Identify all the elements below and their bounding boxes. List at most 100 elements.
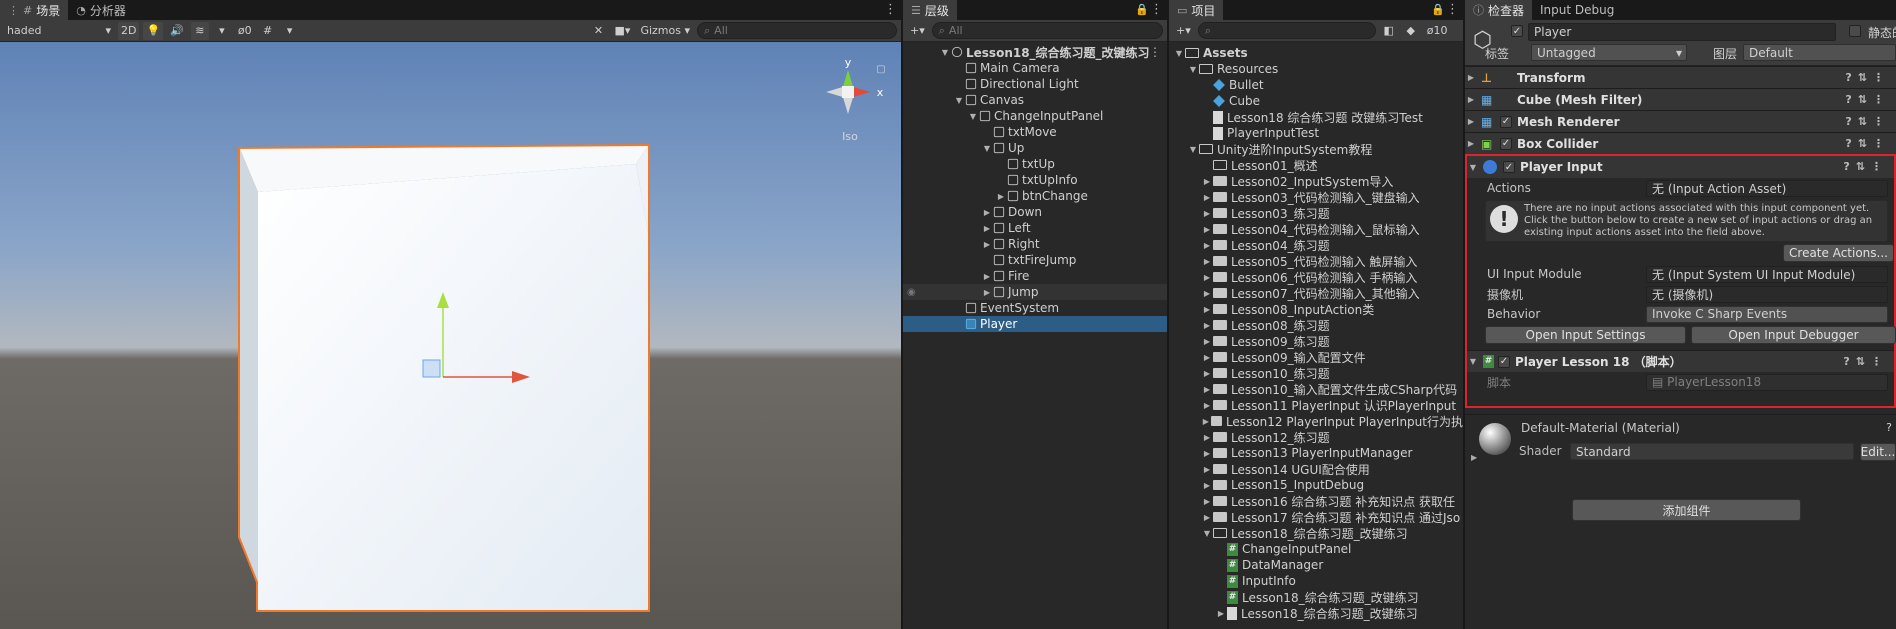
project-item[interactable]: ▶ Lesson11 PlayerInput 认识PlayerInput — [1169, 397, 1463, 413]
tab-input-debug[interactable]: Input Debug — [1532, 0, 1622, 20]
expand-arrow-icon[interactable]: ▶ — [1201, 289, 1213, 298]
expand-arrow-icon[interactable]: ▼ — [1187, 145, 1199, 154]
project-item[interactable]: ▶ Lesson16 综合练习题 补充知识点 获取任 — [1169, 493, 1463, 509]
effects-toggle[interactable]: ≋ — [190, 21, 209, 40]
grid-dropdown[interactable]: ▾ — [281, 22, 299, 40]
project-item[interactable]: ▶ Lesson03_练习题 — [1169, 205, 1463, 221]
expand-arrow-icon[interactable]: ▶ — [995, 192, 1007, 201]
expand-arrow-icon[interactable]: ▶ — [1201, 433, 1213, 442]
behavior-dropdown[interactable]: Invoke C Sharp Events — [1646, 305, 1888, 323]
component-menu-icons[interactable]: ?⇅⋮ — [1845, 71, 1890, 84]
project-item[interactable]: ▼ Resources — [1169, 61, 1463, 77]
expand-arrow-icon[interactable]: ▶ — [1201, 417, 1211, 426]
grid-toggle[interactable]: # — [259, 22, 277, 40]
tab-inspector[interactable]: ⓘ 检查器 — [1465, 0, 1533, 20]
project-item[interactable]: ▶ Lesson10_练习题 — [1169, 365, 1463, 381]
project-item[interactable]: ▼ Unity进阶InputSystem教程 — [1169, 141, 1463, 157]
projection-mode-label[interactable]: Iso — [842, 130, 858, 143]
expand-arrow-icon[interactable]: ▶ — [1201, 305, 1213, 314]
expand-arrow-icon[interactable]: ▶ — [1201, 193, 1213, 202]
expand-arrow-icon[interactable]: ▶ — [981, 288, 993, 297]
hierarchy-item[interactable]: ▶ Left — [903, 220, 1167, 236]
component-header[interactable]: ▶ ▣ ✓ Box Collider ?⇅⋮ — [1465, 132, 1896, 154]
xy-plane-handle[interactable] — [422, 359, 441, 378]
project-item[interactable]: ▼ Lesson18_综合练习题_改键练习 — [1169, 525, 1463, 541]
toggle-2d-button[interactable]: 2D — [118, 21, 140, 40]
create-actions-button[interactable]: Create Actions... — [1783, 244, 1894, 262]
player-input-header[interactable]: ▼ ✓ Player Input ?⇅⋮ — [1467, 156, 1894, 178]
hierarchy-item[interactable]: Main Camera — [903, 60, 1167, 76]
hierarchy-item[interactable]: Directional Light — [903, 76, 1167, 92]
lock-icon[interactable]: 🔒 — [1431, 3, 1445, 16]
project-item[interactable]: ▶ Lesson12_练习题 — [1169, 429, 1463, 445]
filter-type-button[interactable]: ◧ — [1380, 22, 1398, 40]
hierarchy-item[interactable]: ▼ Lesson18_综合练习题_改键练习 ⋮ — [903, 44, 1167, 60]
hierarchy-search-input[interactable]: ⌕ All — [931, 22, 1163, 39]
edit-shader-button[interactable]: Edit... — [1860, 443, 1896, 461]
open-input-settings-button[interactable]: Open Input Settings — [1485, 326, 1686, 344]
component-menu-icons[interactable]: ?⇅⋮ — [1843, 355, 1888, 368]
expand-arrow-icon[interactable]: ▶ — [1201, 465, 1213, 474]
component-header[interactable]: ▶ ▦ Cube (Mesh Filter) ?⇅⋮ — [1465, 88, 1896, 110]
hierarchy-item[interactable]: ▶ Down — [903, 204, 1167, 220]
expand-arrow-icon[interactable]: ▶ — [981, 240, 993, 249]
expand-arrow-icon[interactable]: ▶ — [1465, 73, 1477, 82]
expand-arrow-icon[interactable]: ▶ — [1201, 369, 1213, 378]
active-checkbox[interactable]: ✓ — [1511, 25, 1523, 37]
hierarchy-item[interactable]: ▶ Fire — [903, 268, 1167, 284]
visibility-eye-icon[interactable]: ◉ — [907, 287, 916, 298]
project-item[interactable]: ▶ Lesson13 PlayerInputManager — [1169, 445, 1463, 461]
expand-arrow-icon[interactable]: ▶ — [1465, 95, 1477, 104]
project-item[interactable]: Lesson18 综合练习题 改键练习Test — [1169, 109, 1463, 125]
gizmos-dropdown[interactable]: Gizmos ▾ — [637, 22, 693, 40]
expand-arrow-icon[interactable]: ▶ — [1215, 609, 1227, 618]
more-options-icon[interactable]: ⋮ — [1149, 45, 1161, 59]
expand-arrow-icon[interactable]: ▶ — [1201, 177, 1213, 186]
component-menu-icons[interactable]: ?⇅⋮ — [1845, 137, 1890, 150]
player-input-enabled-checkbox[interactable]: ✓ — [1503, 161, 1515, 173]
lock-icon[interactable]: ▢ — [876, 64, 885, 75]
collapse-arrow-icon[interactable]: ▼ — [1467, 357, 1479, 366]
expand-arrow-icon[interactable]: ▶ — [1465, 139, 1477, 148]
component-enabled-checkbox[interactable]: ✓ — [1500, 115, 1512, 128]
project-item[interactable]: ▶ Lesson07_代码检测输入_其他输入 — [1169, 285, 1463, 301]
project-search-input[interactable]: ⌕ — [1197, 22, 1376, 39]
project-item[interactable]: ▶ Lesson02_InputSystem导入 — [1169, 173, 1463, 189]
orientation-gizmo[interactable]: y x Iso ▢ — [826, 56, 886, 143]
object-name-input[interactable]: Player — [1528, 23, 1836, 41]
expand-arrow-icon[interactable]: ▶ — [1201, 353, 1213, 362]
hidden-objects-toggle[interactable]: ø0 — [235, 22, 255, 40]
project-item[interactable]: ▶ Lesson04_代码检测输入_鼠标输入 — [1169, 221, 1463, 237]
tools-button[interactable]: ✕ — [590, 22, 608, 40]
expand-arrow-icon[interactable]: ▼ — [953, 96, 965, 105]
expand-arrow-icon[interactable]: ▼ — [1173, 49, 1185, 58]
component-menu-icons[interactable]: ?⇅⋮ — [1843, 160, 1888, 173]
expand-arrow-icon[interactable]: ▼ — [1187, 65, 1199, 74]
hierarchy-item[interactable]: txtFireJump — [903, 252, 1167, 268]
expand-arrow-icon[interactable]: ▶ — [1201, 209, 1213, 218]
create-button[interactable]: + ▾ — [907, 22, 928, 40]
lock-icon[interactable]: 🔒 — [1135, 3, 1149, 16]
project-item[interactable]: ▶ Lesson08_练习题 — [1169, 317, 1463, 333]
project-item[interactable]: ▶ Lesson05_代码检测输入 触屏输入 — [1169, 253, 1463, 269]
expand-arrow-icon[interactable]: ▶ — [981, 208, 993, 217]
actions-object-field[interactable]: 无 (Input Action Asset) — [1646, 179, 1888, 197]
project-item[interactable]: ▶ Lesson12 PlayerInput PlayerInput行为执 — [1169, 413, 1463, 429]
hierarchy-item[interactable]: EventSystem — [903, 300, 1167, 316]
expand-arrow-icon[interactable]: ▶ — [1201, 337, 1213, 346]
tab-project[interactable]: ▭ 项目 — [1169, 0, 1224, 20]
camera-object-field[interactable]: 无 (摄像机) — [1646, 285, 1888, 303]
project-item[interactable]: ▶ Lesson10_输入配置文件生成CSharp代码 — [1169, 381, 1463, 397]
expand-arrow-icon[interactable]: ▶ — [1465, 117, 1477, 126]
expand-arrow-icon[interactable]: ▼ — [1201, 529, 1213, 538]
expand-arrow-icon[interactable]: ▶ — [981, 272, 993, 281]
project-item[interactable]: ▶ Lesson03_代码检测输入_键盘输入 — [1169, 189, 1463, 205]
project-item[interactable]: ▶ Lesson09_输入配置文件 — [1169, 349, 1463, 365]
expand-arrow-icon[interactable]: ▶ — [1201, 481, 1213, 490]
tag-dropdown[interactable]: Untagged ▾ — [1531, 44, 1687, 61]
expand-arrow-icon[interactable]: ▶ — [1201, 257, 1213, 266]
expand-arrow-icon[interactable]: ▶ — [1201, 321, 1213, 330]
expand-arrow-icon[interactable]: ▶ — [1201, 225, 1213, 234]
hierarchy-item[interactable]: txtUpInfo — [903, 172, 1167, 188]
cube-mesh[interactable] — [238, 143, 650, 612]
